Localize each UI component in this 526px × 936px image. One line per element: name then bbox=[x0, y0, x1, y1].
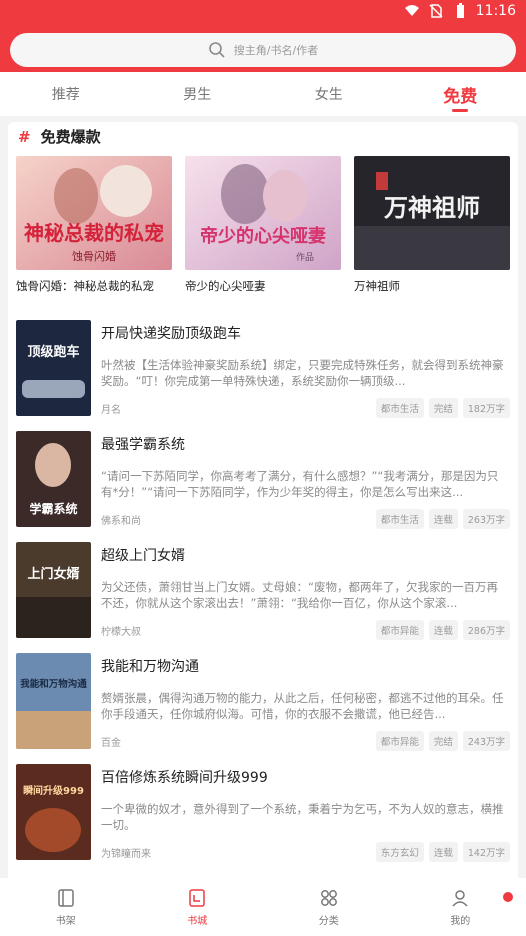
book-author: 佛系和尚 bbox=[101, 516, 141, 527]
category-tabs: 推荐 男生 女生 免费 bbox=[0, 72, 526, 116]
book-cover[interactable]: 万神祖师 bbox=[354, 156, 510, 270]
bookshelf-icon bbox=[58, 888, 74, 907]
status-tag: 完结 bbox=[428, 731, 458, 751]
nav-bookstore[interactable]: 书城 bbox=[132, 878, 264, 936]
book-author: 月名 bbox=[101, 405, 121, 416]
tab-female[interactable]: 女生 bbox=[263, 72, 395, 116]
app-header: 11:16 搜主角/书名/作者 bbox=[0, 0, 526, 72]
nav-bookshelf[interactable]: 书架 bbox=[0, 878, 132, 936]
featured-books: 神秘总裁的私宠 蚀骨闪婚 蚀骨闪婚：神秘总裁的私宠 帝少的心尖哑妻 作品 帝少的… bbox=[16, 156, 510, 294]
profile-icon bbox=[452, 889, 468, 907]
list-item[interactable]: 瞬间升级999 百倍修炼系统瞬间升级999 一个卑微的奴才，意外得到了一个系统，… bbox=[16, 764, 510, 875]
book-title[interactable]: 万神祖师 bbox=[354, 278, 510, 294]
featured-book[interactable]: 神秘总裁的私宠 蚀骨闪婚 蚀骨闪婚：神秘总裁的私宠 bbox=[16, 156, 172, 294]
wordcount-tag: 182万字 bbox=[462, 398, 510, 418]
svg-text:神秘总裁的私宠: 神秘总裁的私宠 bbox=[24, 221, 164, 245]
search-bar[interactable]: 搜主角/书名/作者 bbox=[10, 33, 516, 67]
wifi-icon bbox=[404, 5, 419, 16]
genre-tag: 都市异能 bbox=[375, 620, 424, 640]
tab-free[interactable]: 免费 bbox=[395, 72, 526, 116]
notification-dot bbox=[503, 892, 513, 902]
book-list: 顶级跑车 开局快递奖励顶级跑车 叶然被【生活体验神豪奖励系统】绑定，只要完成特殊… bbox=[16, 320, 510, 875]
svg-text:万神祖师: 万神祖师 bbox=[384, 193, 480, 222]
nav-category[interactable]: 分类 bbox=[263, 878, 395, 936]
featured-book[interactable]: 万神祖师 万神祖师 bbox=[354, 156, 510, 294]
section-header: # 免费爆款 bbox=[18, 126, 101, 147]
book-title[interactable]: 我能和万物沟通 bbox=[101, 656, 199, 676]
book-tags: 东方玄幻 连载 142万字 bbox=[375, 842, 510, 862]
book-cover[interactable]: 顶级跑车 bbox=[16, 320, 91, 416]
status-tag: 连载 bbox=[428, 842, 458, 862]
svg-text:上门女婿: 上门女婿 bbox=[27, 566, 80, 582]
status-bar: 11:16 bbox=[0, 0, 526, 24]
genre-tag: 东方玄幻 bbox=[375, 842, 424, 862]
status-icons: 11:16 bbox=[404, 3, 516, 19]
book-title[interactable]: 帝少的心尖哑妻 bbox=[185, 278, 341, 294]
book-description: “请问一下苏陌同学，你高考考了满分，有什么感想？”“我考满分，那是因为只有*分！… bbox=[101, 469, 499, 499]
section-title: 免费爆款 bbox=[40, 128, 101, 146]
book-author: 柠檬大叔 bbox=[101, 627, 141, 638]
book-description: 一个卑微的奴才，意外得到了一个系统，秉着宁为乞丐，不为人奴的意志，横推一切。 bbox=[101, 802, 504, 832]
wordcount-tag: 243万字 bbox=[462, 731, 510, 751]
book-cover[interactable]: 上门女婿 bbox=[16, 542, 91, 638]
svg-text:帝少的心尖哑妻: 帝少的心尖哑妻 bbox=[200, 225, 326, 247]
book-tags: 都市异能 连载 286万字 bbox=[375, 620, 510, 640]
nav-label: 我的 bbox=[450, 915, 471, 927]
tab-recommend[interactable]: 推荐 bbox=[0, 72, 132, 116]
book-cover[interactable]: 神秘总裁的私宠 蚀骨闪婚 bbox=[16, 156, 172, 270]
featured-book[interactable]: 帝少的心尖哑妻 作品 帝少的心尖哑妻 bbox=[185, 156, 341, 294]
svg-text:作品: 作品 bbox=[296, 251, 314, 263]
book-title[interactable]: 超级上门女婿 bbox=[101, 545, 185, 565]
status-tag: 连载 bbox=[428, 509, 458, 529]
search-icon bbox=[208, 42, 225, 58]
book-description: 为父还债，萧翎甘当上门女婿。丈母娘：“废物，都两年了，欠我家的一百万再不还，你就… bbox=[101, 580, 498, 610]
book-description: 赘婿张晨，偶得沟通万物的能力，从此之后，任何秘密，都逃不过他的耳朵。任你手段通天… bbox=[101, 691, 504, 721]
svg-text:学霸系统: 学霸系统 bbox=[29, 501, 77, 516]
status-tag: 连载 bbox=[428, 620, 458, 640]
svg-text:顶级跑车: 顶级跑车 bbox=[27, 344, 79, 360]
book-tags: 都市异能 完结 243万字 bbox=[375, 731, 510, 751]
category-icon bbox=[320, 889, 337, 906]
book-title[interactable]: 开局快递奖励顶级跑车 bbox=[101, 323, 241, 343]
tab-male[interactable]: 男生 bbox=[132, 72, 264, 116]
wordcount-tag: 286万字 bbox=[462, 620, 510, 640]
book-title[interactable]: 最强学霸系统 bbox=[101, 434, 185, 454]
book-cover[interactable]: 学霸系统 bbox=[16, 431, 91, 527]
hash-icon: # bbox=[18, 127, 31, 146]
nav-label: 书城 bbox=[187, 915, 208, 927]
list-item[interactable]: 顶级跑车 开局快递奖励顶级跑车 叶然被【生活体验神豪奖励系统】绑定，只要完成特殊… bbox=[16, 320, 510, 431]
svg-text:蚀骨闪婚: 蚀骨闪婚 bbox=[72, 249, 116, 263]
bookstore-icon bbox=[189, 888, 205, 907]
free-section-card: # 免费爆款 神秘总裁的私宠 蚀骨闪婚 蚀骨闪婚：神秘总裁的私宠 帝少的心尖哑妻… bbox=[8, 122, 518, 902]
book-cover[interactable]: 瞬间升级999 bbox=[16, 764, 91, 860]
status-tag: 完结 bbox=[428, 398, 458, 418]
book-tags: 都市生活 完结 182万字 bbox=[375, 398, 510, 418]
book-title[interactable]: 百倍修炼系统瞬间升级999 bbox=[101, 767, 268, 787]
book-tags: 都市生活 连载 263万字 bbox=[375, 509, 510, 529]
wordcount-tag: 142万字 bbox=[462, 842, 510, 862]
list-item[interactable]: 学霸系统 最强学霸系统 “请问一下苏陌同学，你高考考了满分，有什么感想？”“我考… bbox=[16, 431, 510, 542]
genre-tag: 都市生活 bbox=[375, 509, 424, 529]
list-item[interactable]: 我能和万物沟通 我能和万物沟通 赘婿张晨，偶得沟通万物的能力，从此之后，任何秘密… bbox=[16, 653, 510, 764]
nav-profile[interactable]: 我的 bbox=[395, 878, 526, 936]
book-title[interactable]: 蚀骨闪婚：神秘总裁的私宠 bbox=[16, 278, 172, 294]
no-sim-icon bbox=[429, 4, 443, 18]
book-author: 百金 bbox=[101, 738, 121, 749]
book-description: 叶然被【生活体验神豪奖励系统】绑定，只要完成特殊任务，就会得到系统神豪奖励。“叮… bbox=[101, 358, 504, 388]
status-time: 11:16 bbox=[475, 3, 516, 19]
genre-tag: 都市异能 bbox=[375, 731, 424, 751]
wordcount-tag: 263万字 bbox=[462, 509, 510, 529]
book-author: 为锦瞳而来 bbox=[101, 849, 151, 860]
nav-label: 分类 bbox=[318, 915, 339, 927]
battery-icon bbox=[456, 3, 464, 18]
book-cover[interactable]: 帝少的心尖哑妻 作品 bbox=[185, 156, 341, 270]
nav-label: 书架 bbox=[55, 915, 76, 927]
svg-text:我能和万物沟通: 我能和万物沟通 bbox=[20, 678, 87, 690]
bottom-nav: 书架 书城 分类 我的 bbox=[0, 878, 526, 936]
genre-tag: 都市生活 bbox=[375, 398, 424, 418]
book-cover[interactable]: 我能和万物沟通 bbox=[16, 653, 91, 749]
svg-text:瞬间升级999: 瞬间升级999 bbox=[23, 784, 84, 797]
list-item[interactable]: 上门女婿 超级上门女婿 为父还债，萧翎甘当上门女婿。丈母娘：“废物，都两年了，欠… bbox=[16, 542, 510, 653]
search-placeholder: 搜主角/书名/作者 bbox=[233, 44, 319, 57]
